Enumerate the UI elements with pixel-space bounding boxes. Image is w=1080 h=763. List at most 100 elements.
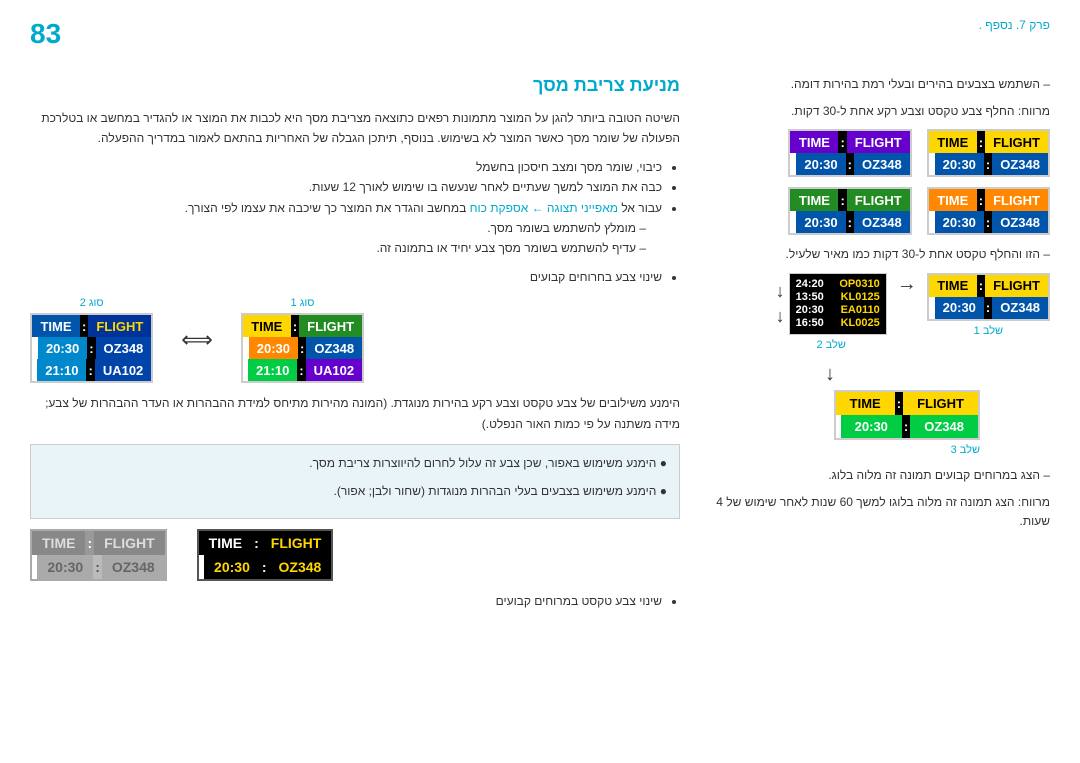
gray-flight-header: FLIGHT (94, 531, 165, 555)
board4-container: FLIGHT : TIME OZ348 : 20:30 (788, 187, 911, 235)
b1-flight-h: FLIGHT (985, 131, 1048, 153)
black-flight1: OZ348 (269, 555, 332, 579)
black-flight-widget: FLIGHT : TIME OZ348 : 20:30 (197, 529, 334, 581)
type1-data-row2: UA102 : 21:10 (243, 359, 362, 381)
s1-flight-h: FLIGHT (985, 275, 1048, 297)
chapter-label: פרק 7. נספף . (979, 18, 1050, 32)
mb-time-2: 13:50 (796, 291, 824, 303)
type2-flight-header: FLIGHT (88, 315, 151, 337)
note1b: מרווח: החלף צבע טקסט וצבע רקע אחת ל-30 ד… (710, 102, 1050, 121)
s3-flight: OZ348 (910, 415, 978, 438)
board2-container: FLIGHT : TIME OZ348 : 20:30 (788, 129, 911, 177)
note3: – הצג במרוחים קבועים תמונה זה מלוה בלוג. (710, 466, 1050, 485)
bullet-4: שינוי צבע בחרוחים קבועים (30, 267, 662, 287)
bullet-3: עבור אל מאפייני תצוגה ← אספקת כוח במחשב … (30, 198, 662, 259)
type2-colon2: : (86, 359, 94, 381)
type1-time1: 20:30 (249, 337, 298, 359)
type2-time-header: TIME (32, 315, 80, 337)
step2-multi-board: OP0310 24:20 KL0125 13:50 EA0110 20:30 (789, 273, 887, 335)
b2-time-h: TIME (790, 131, 838, 153)
board1: FLIGHT : TIME OZ348 : 20:30 (927, 129, 1050, 177)
s1-colon-h: : (977, 275, 985, 297)
b1-colon-h: : (977, 131, 985, 153)
board1-container: FLIGHT : TIME OZ348 : 20:30 (927, 129, 1050, 177)
black-time1: 20:30 (204, 555, 260, 579)
b3-colon-h: : (977, 189, 985, 211)
s1-time: 20:30 (935, 297, 984, 319)
b3-flight: OZ348 (992, 211, 1048, 233)
arrow-up: ↓ (776, 281, 785, 302)
double-arrow: ⟺ (181, 297, 213, 383)
b1-flight: OZ348 (992, 153, 1048, 175)
b4-time: 20:30 (796, 211, 845, 233)
mb-time-4: 16:50 (796, 317, 824, 329)
type2-time2: 21:10 (37, 359, 86, 381)
b4-flight: OZ348 (854, 211, 910, 233)
boards-row-2: FLIGHT : TIME OZ348 : 20:30 (710, 187, 1050, 235)
type2-header: FLIGHT : TIME (32, 315, 151, 337)
mb-flight-1: OP0310 (828, 278, 880, 290)
black-time-header: TIME (199, 531, 252, 555)
step3-label: שלב 3 (951, 444, 980, 456)
mb-time-3: 20:30 (796, 304, 824, 316)
b3-time: 20:30 (935, 211, 984, 233)
scroll-arrows: ↓ ↓ (776, 281, 785, 327)
boards-row-1: FLIGHT : TIME OZ348 : 20:30 (710, 129, 1050, 177)
page: 83 פרק 7. נספף . מניעת צריבת מסך השיטה ה… (0, 0, 1080, 763)
type1-colon2: : (297, 359, 305, 381)
type2-time1: 20:30 (38, 337, 87, 359)
type1-colon-header: : (291, 315, 299, 337)
b4-colon: : (846, 211, 854, 233)
b3-time-h: TIME (929, 189, 977, 211)
s3-time-h: TIME (836, 392, 895, 415)
note2: – הזו והחלף טקסט אחת ל-30 דקות כמו מאיר … (710, 245, 1050, 264)
mb-flight-4: KL0025 (828, 317, 880, 329)
type1-flight-header: FLIGHT (299, 315, 362, 337)
gray-flight-widget: FLIGHT : TIME OZ348 : 20:30 (30, 529, 167, 581)
s3-flight-h: FLIGHT (903, 392, 978, 415)
black-board-container: FLIGHT : TIME OZ348 : 20:30 (197, 529, 334, 581)
black-flight-header: FLIGHT (261, 531, 332, 555)
type2-colon-header: : (80, 315, 88, 337)
s1-colon: : (984, 297, 992, 319)
b4-colon-h: : (838, 189, 846, 211)
s3-time: 20:30 (841, 415, 902, 438)
bottom-boards-row: FLIGHT : TIME OZ348 : 20:30 (30, 529, 680, 581)
s1-time-h: TIME (929, 275, 977, 297)
mb-flight-3: EA0110 (828, 304, 880, 316)
right-section: מניעת צריבת מסך השיטה הטובה ביותר להגן ע… (30, 75, 690, 619)
info-box-text2: ● הימנע משימוש בצבעים בעלי הבהרות מנוגדו… (43, 481, 667, 501)
mb-row-1: OP0310 24:20 (796, 278, 880, 290)
type-comparison-row: סוג 1 FLIGHT : TIME OZ348 : 20:30 (30, 297, 680, 383)
mb-row-2: KL0125 13:50 (796, 291, 880, 303)
sub2: עדיף להשתמש בשומר מסך צבע יחיד או בתמונה… (30, 238, 646, 258)
type1-flight2: UA102 (306, 359, 362, 381)
b2-time: 20:30 (796, 153, 845, 175)
s3-colon: : (902, 415, 910, 438)
mb-time-1: 24:20 (796, 278, 824, 290)
step1-board: FLIGHT : TIME OZ348 : 20:30 (927, 273, 1050, 321)
main-bullets: כיבוי, שומר מסך ומצב חיסכון בחשמל כבה את… (30, 157, 680, 287)
type1-flight-widget: FLIGHT : TIME OZ348 : 20:30 UA102 : (241, 313, 364, 383)
b3-colon: : (984, 211, 992, 233)
b4-time-h: TIME (790, 189, 838, 211)
page-number: 83 (30, 18, 61, 50)
black-colon1: : (260, 555, 269, 579)
arrow-down-icon: ↓ (776, 306, 785, 327)
note1: – השתמש בצבעים בהירים ובעלי רמת בהירות ד… (710, 75, 1050, 94)
type2-data-row2: UA102 : 21:10 (32, 359, 151, 381)
b2-flight-h: FLIGHT (847, 131, 910, 153)
sub1: מומלץ להשתמש בשומר מסך. (30, 218, 646, 238)
type2-colon1: : (87, 337, 95, 359)
s3-colon-h: : (895, 392, 903, 415)
type1-flight1: OZ348 (306, 337, 362, 359)
type1-data-row1: OZ348 : 20:30 (243, 337, 362, 359)
type2-board-container: סוג 2 FLIGHT : TIME OZ348 : 20:30 (30, 297, 153, 383)
type2-data-row1: OZ348 : 20:30 (32, 337, 151, 359)
gray-time-header: TIME (32, 531, 85, 555)
b2-colon: : (846, 153, 854, 175)
step2-label: שלב 2 (816, 339, 845, 351)
step3-container: FLIGHT : TIME OZ348 : 20:30 שלב 3 (710, 390, 980, 456)
type1-board-container: סוג 1 FLIGHT : TIME OZ348 : 20:30 (241, 297, 364, 383)
arrow-down-step2: ↓ (710, 363, 950, 386)
